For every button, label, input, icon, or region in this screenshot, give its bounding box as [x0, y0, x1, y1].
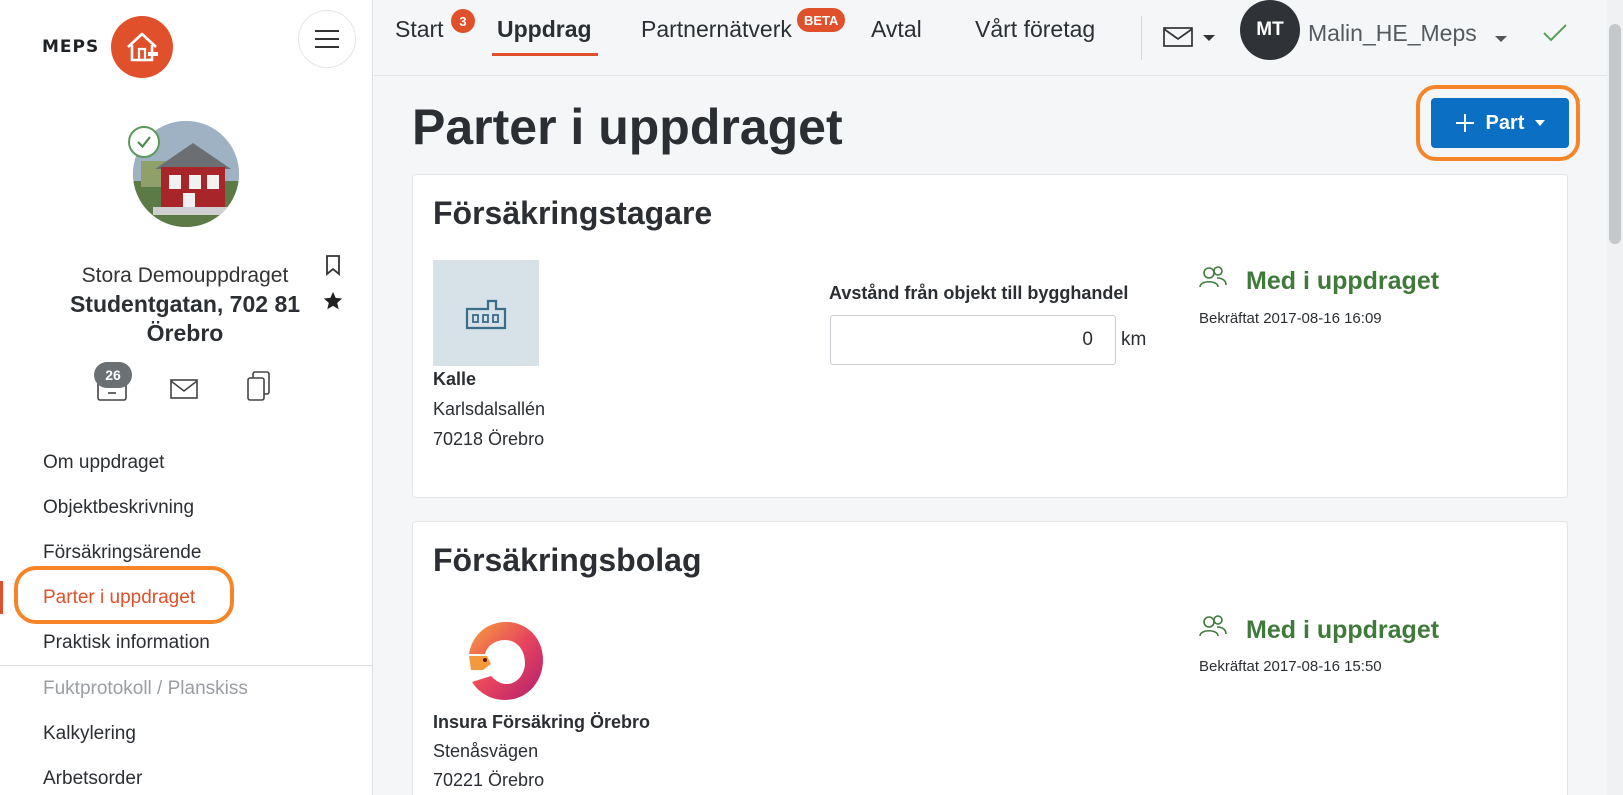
tab-start[interactable]: Start — [395, 16, 444, 43]
card-title: Försäkringsbolag — [433, 542, 702, 578]
beta-badge: BETA — [797, 8, 846, 32]
add-part-label: Part — [1485, 111, 1525, 134]
chevron-down-icon — [1535, 120, 1546, 126]
party-name: Insura Försäkring Örebro — [433, 712, 651, 732]
tab-vart-foretag[interactable]: Vårt företag — [975, 16, 1095, 43]
policyholder-card: Försäkringstagare Kalle Karlsdalsallén 7… — [412, 174, 1568, 498]
house-tool-icon — [111, 16, 174, 78]
insurer-card: Försäkringsbolag Insura Försäkring Örebr… — [412, 521, 1568, 795]
copy-icon[interactable] — [245, 370, 273, 406]
distance-input[interactable] — [830, 315, 1116, 365]
case-address: Studentgatan, 702 81 Örebro — [69, 291, 301, 346]
tab-avtal[interactable]: Avtal — [871, 16, 922, 43]
scrollbar-thumb[interactable] — [1609, 24, 1621, 244]
star-icon[interactable] — [322, 290, 344, 316]
confirmed-date: Bekräftat 2017-08-16 15:50 — [1199, 658, 1382, 675]
party-street: Stenåsvägen — [433, 741, 539, 761]
sidebar-item-parter[interactable]: Parter i uppdraget — [0, 575, 373, 620]
party-street: Karlsdalsallén — [433, 399, 546, 419]
page-title: Parter i uppdraget — [412, 99, 843, 155]
message-count-badge: 26 — [94, 362, 132, 388]
sidebar-item-om-uppdraget[interactable]: Om uppdraget — [0, 440, 373, 485]
verified-check-icon — [128, 126, 160, 158]
chevron-down-icon[interactable] — [1494, 29, 1508, 48]
party-city: 70218 Örebro — [433, 429, 545, 449]
company-building-icon — [433, 260, 539, 366]
mail-icon[interactable] — [169, 378, 199, 404]
logo-text: MEPS — [42, 37, 100, 57]
distance-label: Avstånd från objekt till bygghandel — [829, 283, 1129, 303]
bookmark-icon[interactable] — [324, 254, 342, 280]
sidebar-nav: Om uppdraget Objektbeskrivning Försäkrin… — [0, 440, 373, 795]
sidebar-item-objektbeskrivning[interactable]: Objektbeskrivning — [0, 485, 373, 530]
top-navigation: Start 3 Uppdrag Partnernätverk BETA Avta… — [374, 0, 1623, 76]
sidebar-item-fuktprotokoll[interactable]: Fuktprotokoll / Planskiss — [0, 666, 373, 711]
tab-partnernatverk[interactable]: Partnernätverk — [641, 16, 792, 43]
add-part-button[interactable]: Part — [1431, 98, 1569, 148]
sidebar-item-arbetsorder[interactable]: Arbetsorder — [0, 756, 373, 795]
user-avatar[interactable]: MT — [1240, 0, 1300, 60]
topbar-divider — [1141, 16, 1142, 60]
lion-logo-icon — [461, 618, 547, 708]
plus-icon — [1455, 114, 1474, 132]
check-icon — [1542, 22, 1568, 48]
mail-menu-icon[interactable] — [1163, 26, 1221, 52]
sidebar-item-kalkylering[interactable]: Kalkylering — [0, 711, 373, 756]
menu-toggle-button[interactable] — [298, 10, 356, 68]
users-icon — [1198, 265, 1228, 293]
status-label: Med i uppdraget — [1246, 267, 1440, 295]
party-city: 70221 Örebro — [433, 770, 545, 790]
user-name[interactable]: Malin_HE_Meps — [1308, 20, 1477, 47]
party-name: Kalle — [433, 369, 477, 389]
sidebar-item-forsakringsarende[interactable]: Försäkringsärende — [0, 530, 373, 575]
start-notification-badge: 3 — [451, 9, 475, 33]
distance-unit: km — [1121, 329, 1147, 350]
card-title: Försäkringstagare — [433, 195, 713, 231]
sidebar-item-praktisk-information[interactable]: Praktisk information — [0, 620, 373, 665]
case-name: Stora Demouppdraget — [81, 264, 289, 287]
tab-uppdrag[interactable]: Uppdrag — [492, 16, 598, 56]
sidebar: MEPS Stora Demouppdraget Studentgatan, 7… — [0, 0, 373, 795]
scrollbar[interactable] — [1607, 0, 1623, 795]
status-label: Med i uppdraget — [1246, 616, 1440, 644]
confirmed-date: Bekräftat 2017-08-16 16:09 — [1199, 310, 1382, 327]
meps-logo[interactable]: MEPS — [42, 16, 174, 78]
users-icon — [1198, 614, 1228, 642]
hamburger-icon — [315, 30, 339, 32]
